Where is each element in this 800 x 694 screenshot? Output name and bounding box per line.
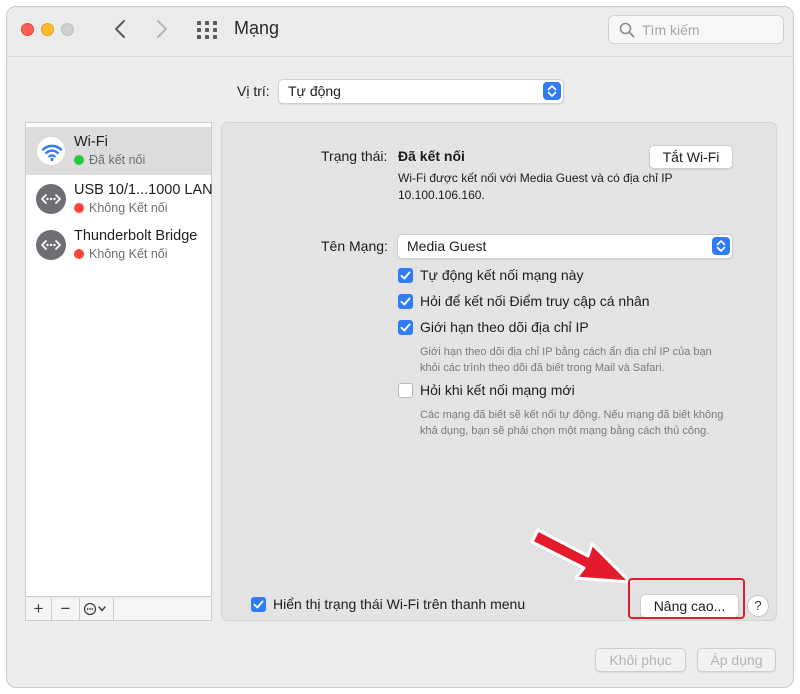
service-list-toolbar: + − bbox=[25, 598, 212, 621]
status-dot-red bbox=[74, 203, 84, 213]
search-icon bbox=[619, 22, 635, 38]
limit-ip-note-line1: Giới hạn theo dõi địa chỉ IP bằng cách ẩ… bbox=[420, 346, 712, 358]
ethernet-icon bbox=[36, 184, 66, 214]
service-list: Wi-Fi Đã kết nối USB 10/1...1000 LAN Khô… bbox=[25, 122, 213, 597]
close-window-button[interactable] bbox=[21, 23, 34, 36]
minimize-window-button[interactable] bbox=[41, 23, 54, 36]
remove-service-button[interactable]: − bbox=[52, 598, 80, 620]
status-description-line1: Wi-Fi được kết nối với Media Guest và có… bbox=[398, 171, 673, 185]
turn-off-wifi-button[interactable]: Tắt Wi-Fi bbox=[649, 145, 733, 169]
limit-ip-tracking-label: Giới hạn theo dõi địa chỉ IP bbox=[420, 319, 589, 335]
service-name: Thunderbolt Bridge bbox=[74, 228, 198, 244]
status-description-line2: 10.100.106.160. bbox=[398, 188, 485, 202]
service-item-usb-lan[interactable]: USB 10/1...1000 LAN Không Kết nối bbox=[26, 175, 213, 223]
auto-join-checkbox[interactable] bbox=[398, 268, 413, 283]
limit-ip-note-line2: khỏi các trình theo dõi đã biết trong Ma… bbox=[420, 362, 665, 374]
limit-ip-tracking-checkbox[interactable] bbox=[398, 320, 413, 335]
status-dot-red bbox=[74, 249, 84, 259]
service-item-wifi[interactable]: Wi-Fi Đã kết nối bbox=[26, 127, 211, 175]
ask-join-note-line2: khả dụng, bạn sẽ phải chọn một mạng bằng… bbox=[420, 425, 710, 437]
network-name-label: Tên Mạng: bbox=[321, 238, 388, 254]
auto-join-label: Tự động kết nối mạng này bbox=[420, 267, 584, 283]
show-all-button[interactable] bbox=[195, 20, 219, 40]
ask-hotspot-checkbox[interactable] bbox=[398, 294, 413, 309]
grid-icon bbox=[197, 21, 217, 39]
chevron-right-icon bbox=[157, 20, 167, 38]
checkmark-icon bbox=[400, 323, 411, 332]
title-bar: Mạng Tìm kiếm bbox=[7, 7, 793, 57]
checkmark-icon bbox=[400, 271, 411, 280]
location-value: Tự động bbox=[288, 83, 341, 99]
location-popup[interactable]: Tự động bbox=[278, 79, 564, 104]
checkmark-icon bbox=[400, 297, 411, 306]
wifi-detail-panel: Trạng thái: Đã kết nối Tắt Wi-Fi Wi-Fi đ… bbox=[221, 122, 777, 621]
ask-hotspot-label: Hỏi để kết nối Điểm truy cập cá nhân bbox=[420, 293, 650, 309]
fullscreen-window-button[interactable] bbox=[61, 23, 74, 36]
status-dot-green bbox=[74, 155, 84, 165]
service-status: Không Kết nối bbox=[74, 247, 168, 261]
status-label: Trạng thái: bbox=[321, 148, 388, 164]
search-input[interactable]: Tìm kiếm bbox=[608, 15, 784, 44]
annotation-highlight-box bbox=[628, 578, 745, 619]
help-button[interactable]: ? bbox=[747, 595, 769, 617]
service-status: Không Kết nối bbox=[74, 201, 168, 215]
action-menu-button[interactable] bbox=[80, 598, 114, 620]
popup-arrows-icon bbox=[712, 237, 730, 255]
ellipsis-circle-icon bbox=[83, 602, 106, 616]
wifi-icon bbox=[36, 136, 66, 166]
forward-button[interactable] bbox=[149, 17, 173, 41]
service-name: USB 10/1...1000 LAN bbox=[74, 182, 213, 198]
window-title: Mạng bbox=[234, 18, 280, 38]
ask-join-new-label: Hỏi khi kết nối mạng mới bbox=[420, 382, 575, 398]
service-item-thunderbolt-bridge[interactable]: Thunderbolt Bridge Không Kết nối bbox=[26, 221, 211, 269]
status-value: Đã kết nối bbox=[398, 148, 465, 164]
network-name-popup[interactable]: Media Guest bbox=[397, 234, 733, 259]
popup-arrows-icon bbox=[543, 82, 561, 100]
back-button[interactable] bbox=[109, 17, 133, 41]
location-label: Vị trí: bbox=[237, 83, 270, 99]
show-wifi-status-checkbox[interactable] bbox=[251, 597, 266, 612]
network-name-value: Media Guest bbox=[407, 238, 487, 254]
service-name: Wi-Fi bbox=[74, 134, 108, 150]
add-service-button[interactable]: + bbox=[26, 598, 52, 620]
chevron-left-icon bbox=[115, 20, 125, 38]
ask-join-note-line1: Các mạng đã biết sẽ kết nối tự động. Nếu… bbox=[420, 409, 724, 421]
apply-button[interactable]: Áp dụng bbox=[697, 648, 776, 672]
service-status: Đã kết nối bbox=[74, 153, 145, 167]
annotation-arrow-icon bbox=[530, 528, 632, 584]
revert-button[interactable]: Khôi phục bbox=[595, 648, 686, 672]
checkmark-icon bbox=[253, 600, 264, 609]
search-placeholder: Tìm kiếm bbox=[642, 22, 700, 38]
show-wifi-status-label: Hiển thị trạng thái Wi-Fi trên thanh men… bbox=[273, 596, 526, 612]
ethernet-icon bbox=[36, 230, 66, 260]
ask-join-new-checkbox[interactable] bbox=[398, 383, 413, 398]
